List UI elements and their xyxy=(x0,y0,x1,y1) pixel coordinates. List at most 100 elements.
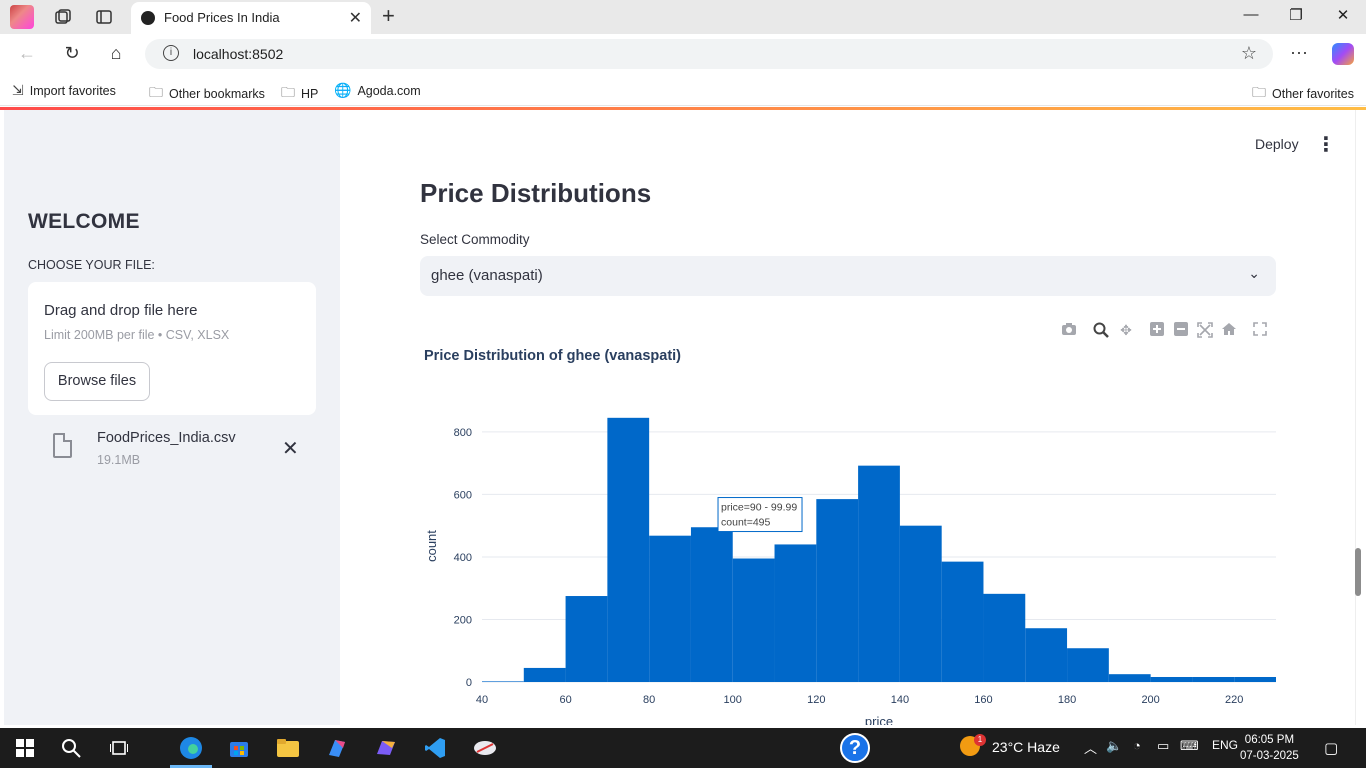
battery-icon[interactable]: ▭ xyxy=(1157,738,1169,754)
histogram-bar[interactable] xyxy=(816,499,859,682)
m365-icon[interactable] xyxy=(324,736,350,760)
zoom-out-icon[interactable] xyxy=(1172,322,1190,339)
histogram-bar[interactable] xyxy=(690,527,733,682)
histogram-bar[interactable] xyxy=(1025,628,1068,682)
vscode-icon[interactable] xyxy=(422,736,448,760)
camera-icon[interactable] xyxy=(1060,322,1078,339)
address-input[interactable]: i localhost:8502 ☆ xyxy=(145,39,1273,69)
tab-actions-icon[interactable] xyxy=(93,6,115,28)
task-view-icon[interactable] xyxy=(106,736,132,760)
clock[interactable]: 06:05 PM 07-03-2025 xyxy=(1240,732,1299,764)
zoom-in-icon[interactable] xyxy=(1148,322,1166,339)
zoom-icon[interactable] xyxy=(1092,322,1110,341)
tab-close-icon[interactable]: ✕ xyxy=(349,8,362,28)
remove-file-icon[interactable]: ✕ xyxy=(282,436,299,461)
url-text: localhost:8502 xyxy=(193,46,284,62)
histogram-bar[interactable] xyxy=(899,525,942,682)
copilot-taskbar-icon[interactable] xyxy=(373,736,399,760)
file-icon xyxy=(53,433,72,458)
commodity-select[interactable]: ghee (vanaspati) ⌄ xyxy=(420,256,1276,296)
browse-files-button[interactable]: Browse files xyxy=(44,362,150,401)
edge-taskbar-icon[interactable] xyxy=(178,736,204,760)
histogram-bar[interactable] xyxy=(1067,648,1109,682)
bookmark-import-favorites[interactable]: ⇲ Import favorites xyxy=(12,82,116,99)
streamlit-favicon-icon xyxy=(141,11,155,25)
minimize-icon[interactable]: — xyxy=(1240,6,1262,23)
site-info-icon[interactable]: i xyxy=(163,45,179,61)
x-tick-label: 60 xyxy=(559,694,571,706)
histogram-bar[interactable] xyxy=(983,593,1026,682)
fullscreen-icon[interactable] xyxy=(1251,322,1269,339)
y-axis-label: count xyxy=(424,530,439,562)
histogram-bar[interactable] xyxy=(774,544,817,682)
chevron-down-icon: ⌄ xyxy=(1248,265,1260,281)
home-icon[interactable]: ⌂ xyxy=(104,43,128,64)
select-label: Select Commodity xyxy=(420,232,530,247)
windows-start-icon[interactable] xyxy=(12,736,38,760)
more-menu-icon[interactable]: ··· xyxy=(1290,42,1308,63)
new-tab-icon[interactable]: + xyxy=(382,3,395,29)
chevron-up-icon[interactable]: ︿ xyxy=(1084,738,1097,757)
histogram-bar[interactable] xyxy=(607,417,650,682)
histogram-bar[interactable] xyxy=(1150,676,1193,682)
favorite-star-icon[interactable]: ☆ xyxy=(1241,43,1257,64)
histogram-bar[interactable] xyxy=(523,667,566,682)
main-menu-icon[interactable]: ⋮ xyxy=(1316,132,1336,157)
autoscale-icon[interactable] xyxy=(1196,322,1214,341)
help-icon[interactable]: ? xyxy=(840,733,870,763)
workspaces-icon[interactable] xyxy=(52,6,74,28)
restore-icon[interactable]: ❐ xyxy=(1285,6,1307,24)
language-indicator[interactable]: ENG xyxy=(1212,738,1238,752)
globe-icon: 🌐 xyxy=(334,82,352,98)
file-dropzone[interactable]: Drag and drop file here Limit 200MB per … xyxy=(28,282,316,415)
weather-badge: 1 xyxy=(974,734,986,746)
pan-icon[interactable]: ✥ xyxy=(1117,322,1135,339)
volume-icon[interactable]: 🔈 xyxy=(1106,738,1122,754)
tab-food-prices[interactable]: Food Prices In India ✕ xyxy=(131,2,371,34)
window-close-icon[interactable]: ✕ xyxy=(1332,6,1354,24)
histogram-bar[interactable] xyxy=(649,535,691,682)
store-taskbar-icon[interactable] xyxy=(226,736,252,760)
hover-price: price=90 - 99.99 xyxy=(721,502,797,514)
app-taskbar-icon[interactable] xyxy=(472,736,498,760)
price-histogram[interactable]: Price Distribution of ghee (vanaspati) 0… xyxy=(420,340,1300,725)
keyboard-icon[interactable]: ⌨ xyxy=(1180,738,1199,754)
dropzone-title: Drag and drop file here xyxy=(44,302,198,319)
histogram-svg[interactable]: 0 200 400 600 800 40 60 80 100 120 140 160 180 200 220… xyxy=(420,340,1300,725)
reset-axes-icon[interactable] xyxy=(1220,322,1238,339)
file-explorer-icon[interactable] xyxy=(275,736,301,760)
bookmark-hp[interactable]: 🗀 HP xyxy=(281,82,318,106)
import-icon: ⇲ xyxy=(12,82,24,98)
sidebar: WELCOME CHOOSE YOUR FILE: Drag and drop … xyxy=(4,110,340,725)
clock-date: 07-03-2025 xyxy=(1240,750,1299,762)
histogram-bar[interactable] xyxy=(732,558,775,682)
reload-icon[interactable]: ↻ xyxy=(60,43,84,64)
weather-text[interactable]: 23°C Haze xyxy=(992,739,1060,755)
histogram-bar[interactable] xyxy=(1108,674,1151,682)
notifications-icon[interactable]: ▢ xyxy=(1324,739,1338,757)
bookmark-other-favorites[interactable]: 🗀 Other favorites xyxy=(1252,82,1354,106)
wifi-icon[interactable]: ◔ xyxy=(1133,738,1141,753)
copilot-icon[interactable] xyxy=(1332,43,1354,65)
hover-count: count=495 xyxy=(721,517,770,529)
profile-avatar[interactable] xyxy=(10,5,34,29)
bookmark-agoda[interactable]: 🌐 Agoda.com xyxy=(334,82,421,99)
x-tick-label: 40 xyxy=(476,694,488,706)
histogram-bar[interactable] xyxy=(941,561,984,682)
back-icon[interactable]: ← xyxy=(15,43,39,64)
scroll-track xyxy=(1355,110,1356,725)
histogram-bar[interactable] xyxy=(1192,676,1235,682)
histogram-bar[interactable] xyxy=(858,465,900,682)
page-scrollbar[interactable] xyxy=(1355,548,1361,596)
uploaded-file-size: 19.1MB xyxy=(97,453,141,467)
search-icon[interactable] xyxy=(58,736,84,760)
windows-taskbar: ? 1 23°C Haze ︿ 🔈 ◔ ▭ ⌨ ENG 06:05 PM 07-… xyxy=(0,728,1366,768)
histogram-bar[interactable] xyxy=(565,596,608,682)
y-tick-label: 400 xyxy=(454,552,472,564)
histogram-bar[interactable] xyxy=(482,681,524,682)
bookmark-other-bookmarks[interactable]: 🗀 Other bookmarks xyxy=(149,82,265,106)
deploy-button[interactable]: Deploy xyxy=(1255,136,1299,152)
y-tick-label: 0 xyxy=(466,677,472,689)
x-axis-label: price xyxy=(865,714,893,725)
histogram-bar[interactable] xyxy=(1234,676,1276,682)
